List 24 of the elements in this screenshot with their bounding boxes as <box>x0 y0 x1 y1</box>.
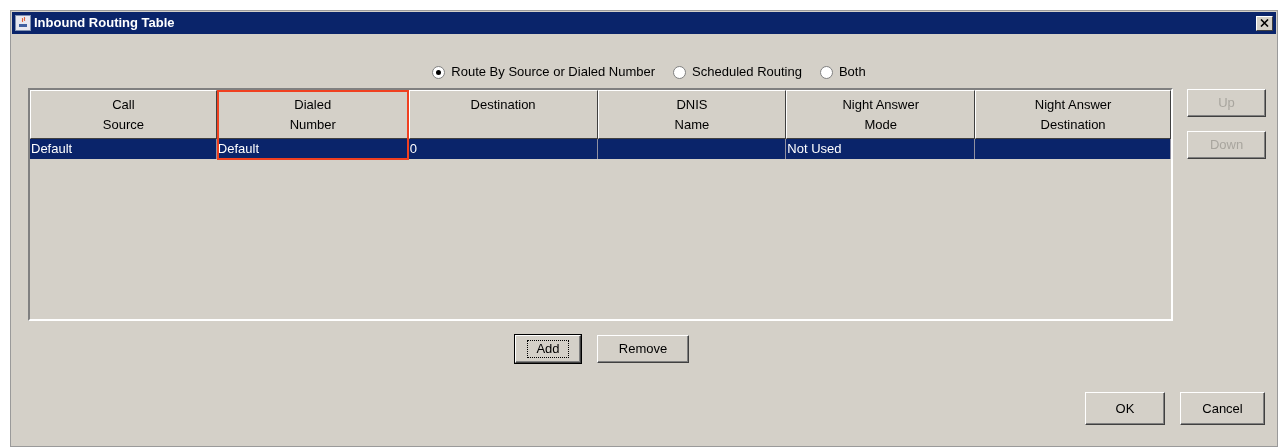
radio-button[interactable] <box>432 65 446 79</box>
window-title: Inbound Routing Table <box>34 14 175 33</box>
table-row[interactable]: Default Default 0 Not Used <box>30 139 1171 159</box>
remove-button[interactable]: Remove <box>597 335 689 363</box>
radio-label: Scheduled Routing <box>692 63 802 82</box>
table-cell: Default <box>216 139 409 159</box>
column-header[interactable]: DNIS Name <box>597 90 787 139</box>
column-header[interactable]: Call Source <box>30 90 217 139</box>
column-header[interactable]: Night Answer Destination <box>975 90 1171 139</box>
table-cell: 0 <box>408 139 598 159</box>
radio-button[interactable] <box>673 65 687 79</box>
table-cell: Default <box>30 139 217 159</box>
column-header[interactable]: Destination <box>408 90 598 139</box>
ok-button[interactable]: OK <box>1085 392 1165 425</box>
close-button[interactable] <box>1256 15 1273 31</box>
radio-label: Route By Source or Dialed Number <box>451 63 656 82</box>
add-button[interactable]: Add <box>515 335 581 363</box>
table-cell: Not Used <box>786 139 976 159</box>
close-icon <box>1260 19 1269 27</box>
radio-button[interactable] <box>819 65 833 79</box>
column-header[interactable]: Night Answer Mode <box>786 90 976 139</box>
cancel-button[interactable]: Cancel <box>1180 392 1265 425</box>
radio-label: Both <box>838 63 866 82</box>
app-icon <box>15 15 31 31</box>
